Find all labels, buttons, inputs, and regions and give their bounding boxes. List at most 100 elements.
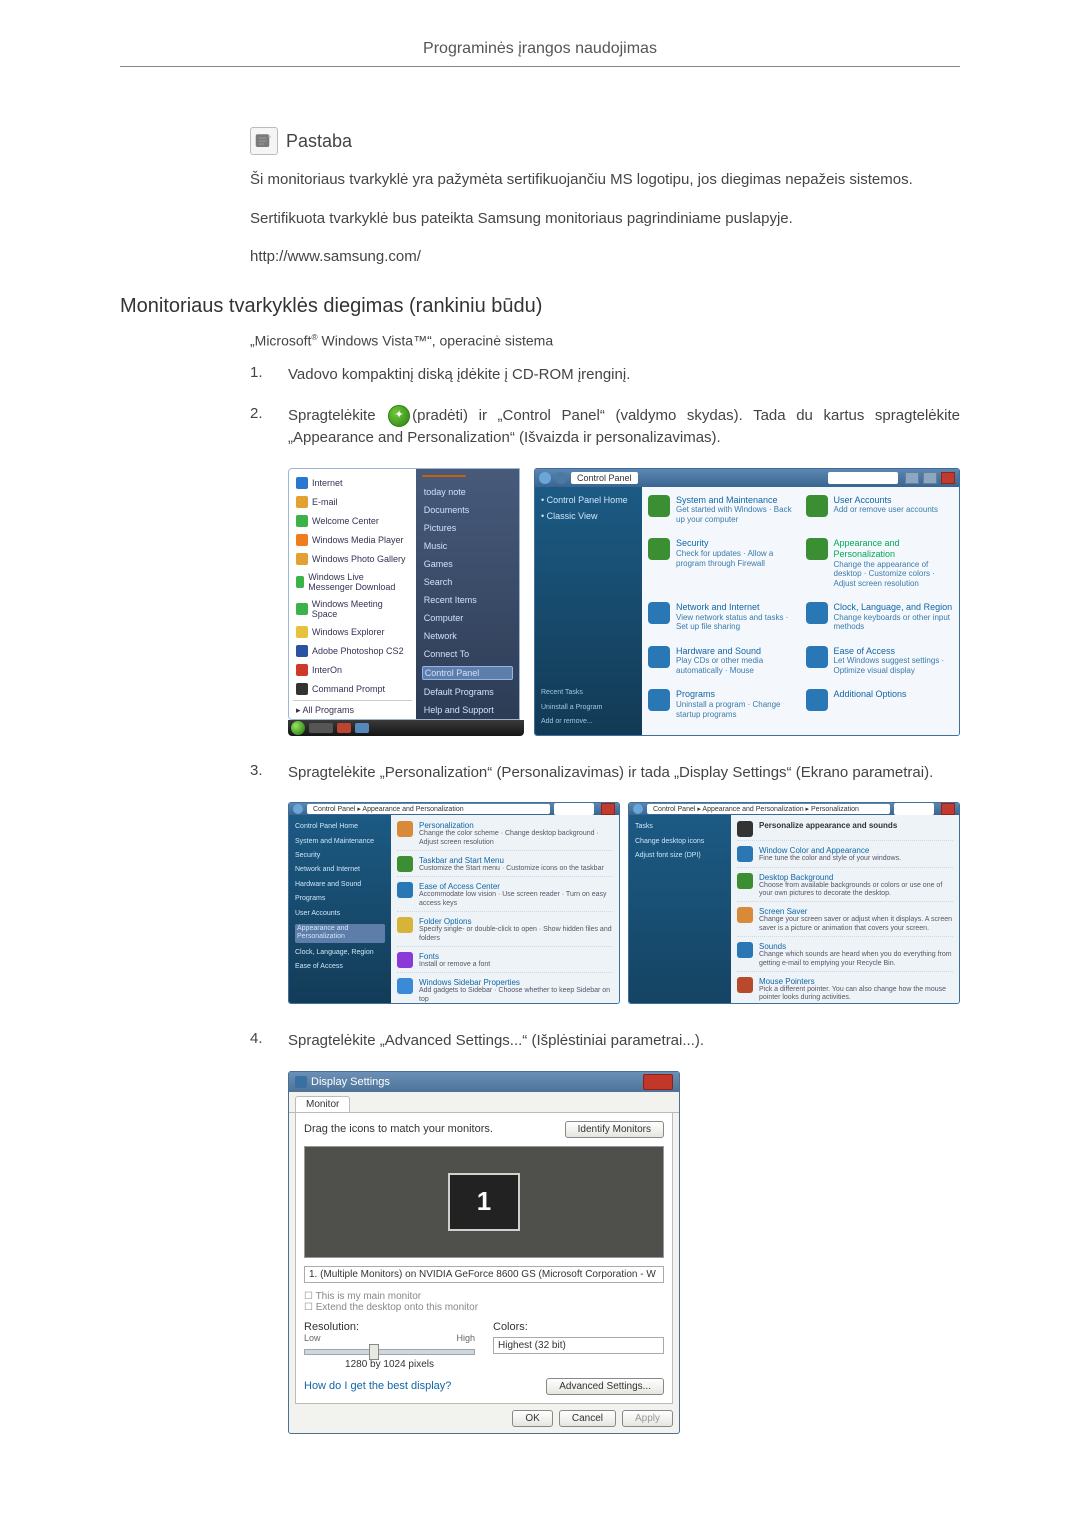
personalization-item[interactable]: Window Color and AppearanceFine tune the… — [737, 846, 953, 867]
search-input[interactable] — [554, 803, 594, 815]
start-menu-item[interactable]: Internet — [293, 475, 412, 491]
sidebar-item[interactable]: Tasks — [635, 823, 725, 831]
personalization-item[interactable]: Personalize appearance and sounds — [737, 821, 953, 841]
start-orb-icon[interactable] — [291, 721, 305, 735]
start-menu-item[interactable]: InterOn — [293, 662, 412, 678]
category-item[interactable]: Ease of Access CenterAccommodate low vis… — [397, 882, 613, 912]
start-menu-item[interactable]: ▸ All Programs — [293, 700, 412, 718]
start-menu-right-item[interactable]: Default Programs — [422, 686, 513, 698]
help-link[interactable]: How do I get the best display? — [304, 1380, 451, 1392]
start-menu-item[interactable]: Windows Explorer — [293, 624, 412, 640]
sidebar-item[interactable]: Ease of Access — [295, 963, 385, 971]
control-panel-category[interactable]: Network and InternetView network status … — [648, 602, 796, 640]
personalization-item[interactable]: Screen SaverChange your screen saver or … — [737, 907, 953, 937]
start-menu-right-item[interactable]: Music — [422, 540, 513, 552]
sidebar-item[interactable]: User Accounts — [295, 910, 385, 918]
apply-button[interactable]: Apply — [622, 1410, 673, 1427]
search-input[interactable] — [828, 472, 898, 484]
category-item[interactable]: Taskbar and Start MenuCustomize the Star… — [397, 856, 613, 877]
start-menu-right-item[interactable]: Recent Items — [422, 594, 513, 606]
tab-monitor[interactable]: Monitor — [295, 1096, 350, 1112]
sidebar-item[interactable]: Network and Internet — [295, 866, 385, 874]
start-menu-right-item[interactable]: Help and Support — [422, 704, 513, 716]
sidebar-item[interactable]: Change desktop icons — [635, 838, 725, 846]
taskbar — [288, 720, 524, 736]
sidebar-item[interactable]: • Classic View — [541, 511, 636, 522]
control-panel-category[interactable]: ProgramsUninstall a program · Change sta… — [648, 689, 796, 727]
advanced-settings-button[interactable]: Advanced Settings... — [546, 1378, 664, 1395]
forward-icon[interactable] — [555, 472, 567, 484]
start-menu-item[interactable]: Windows Meeting Space — [293, 597, 412, 621]
monitor-preview[interactable]: 1 — [304, 1146, 664, 1258]
sidebar-item[interactable]: Adjust font size (DPI) — [635, 852, 725, 860]
start-menu-item[interactable]: Windows Photo Gallery — [293, 551, 412, 567]
resolution-slider[interactable] — [304, 1349, 475, 1355]
sidebar-item[interactable]: Security — [295, 852, 385, 860]
start-menu-right-item[interactable]: today note — [422, 486, 513, 498]
start-menu-right-item[interactable]: Computer — [422, 612, 513, 624]
back-icon[interactable] — [633, 804, 643, 814]
start-menu-right-item[interactable]: Control Panel — [422, 666, 513, 680]
sidebar-item[interactable]: Programs — [295, 895, 385, 903]
control-panel-category[interactable]: System and MaintenanceGet started with W… — [648, 495, 796, 533]
minimize-button[interactable] — [905, 472, 919, 484]
maximize-button[interactable] — [923, 472, 937, 484]
start-menu-item[interactable]: Command Prompt — [293, 681, 412, 697]
sidebar-item[interactable]: Appearance and Personalization — [295, 924, 385, 943]
sidebar-item[interactable]: Clock, Language, Region — [295, 949, 385, 957]
sidebar-footer-item[interactable]: Recent Tasks — [541, 689, 636, 697]
start-menu-item[interactable]: Welcome Center — [293, 513, 412, 529]
category-icon — [806, 689, 828, 711]
close-button[interactable] — [941, 472, 955, 484]
note-para-1: Ši monitoriaus tvarkyklė yra pažymėta se… — [250, 169, 960, 192]
sidebar-item[interactable]: Hardware and Sound — [295, 881, 385, 889]
close-button[interactable] — [601, 803, 615, 815]
sidebar-item[interactable]: System and Maintenance — [295, 838, 385, 846]
control-panel-category[interactable]: Ease of AccessLet Windows suggest settin… — [806, 646, 954, 684]
start-menu-item[interactable]: Windows Live Messenger Download — [293, 570, 412, 594]
start-menu-right-item[interactable]: Connect To — [422, 648, 513, 660]
start-menu-right-item[interactable]: Documents — [422, 504, 513, 516]
monitor-thumb[interactable]: 1 — [448, 1173, 520, 1231]
identify-monitors-button[interactable]: Identify Monitors — [565, 1121, 664, 1138]
sidebar-item[interactable]: • Control Panel Home — [541, 495, 636, 506]
sidebar-footer-item[interactable]: Add or remove... — [541, 718, 636, 726]
breadcrumb[interactable]: Control Panel — [571, 472, 638, 484]
start-menu-item[interactable]: Adobe Photoshop CS2 — [293, 643, 412, 659]
sidebar-footer-item[interactable]: Uninstall a Program — [541, 704, 636, 712]
personalization-item[interactable]: Mouse PointersPick a different pointer. … — [737, 977, 953, 1004]
control-panel-category[interactable]: Additional Options — [806, 689, 954, 727]
personalization-item[interactable]: Desktop BackgroundChoose from available … — [737, 873, 953, 903]
step-text-4: Spragtelėkite „Advanced Settings...“ (Iš… — [288, 1030, 960, 1053]
start-menu-item[interactable]: E-mail — [293, 494, 412, 510]
ok-button[interactable]: OK — [512, 1410, 552, 1427]
category-item[interactable]: FontsInstall or remove a font — [397, 952, 613, 973]
control-panel-category[interactable]: User AccountsAdd or remove user accounts — [806, 495, 954, 533]
cancel-button[interactable]: Cancel — [559, 1410, 616, 1427]
control-panel-category[interactable]: Clock, Language, and RegionChange keyboa… — [806, 602, 954, 640]
step-text-1: Vadovo kompaktinį diską įdėkite į CD-ROM… — [288, 364, 960, 387]
control-panel-category[interactable]: Appearance and PersonalizationChange the… — [806, 538, 954, 596]
category-item[interactable]: Windows Sidebar PropertiesAdd gadgets to… — [397, 978, 613, 1004]
close-button[interactable] — [643, 1074, 673, 1090]
category-item[interactable]: Folder OptionsSpecify single- or double-… — [397, 917, 613, 947]
colors-select[interactable]: Highest (32 bit) — [493, 1337, 664, 1354]
breadcrumb[interactable]: Control Panel ▸ Appearance and Personali… — [647, 804, 890, 814]
control-panel-category[interactable]: Hardware and SoundPlay CDs or other medi… — [648, 646, 796, 684]
start-menu-right-item[interactable]: Pictures — [422, 522, 513, 534]
start-menu-right-item[interactable]: Search — [422, 576, 513, 588]
control-panel-category[interactable]: SecurityCheck for updates · Allow a prog… — [648, 538, 796, 596]
search-input[interactable] — [894, 803, 934, 815]
start-menu-right-item[interactable]: Network — [422, 630, 513, 642]
start-menu-item[interactable]: Windows Media Player — [293, 532, 412, 548]
monitor-select[interactable]: 1. (Multiple Monitors) on NVIDIA GeForce… — [304, 1266, 664, 1283]
back-icon[interactable] — [539, 472, 551, 484]
back-icon[interactable] — [293, 804, 303, 814]
close-button[interactable] — [941, 803, 955, 815]
start-menu-right-item[interactable]: Games — [422, 558, 513, 570]
category-item[interactable]: PersonalizationChange the color scheme ·… — [397, 821, 613, 851]
breadcrumb[interactable]: Control Panel ▸ Appearance and Personali… — [307, 804, 550, 814]
personalization-item[interactable]: SoundsChange which sounds are heard when… — [737, 942, 953, 972]
sidebar-item[interactable]: Control Panel Home — [295, 823, 385, 831]
item-icon — [737, 942, 753, 958]
